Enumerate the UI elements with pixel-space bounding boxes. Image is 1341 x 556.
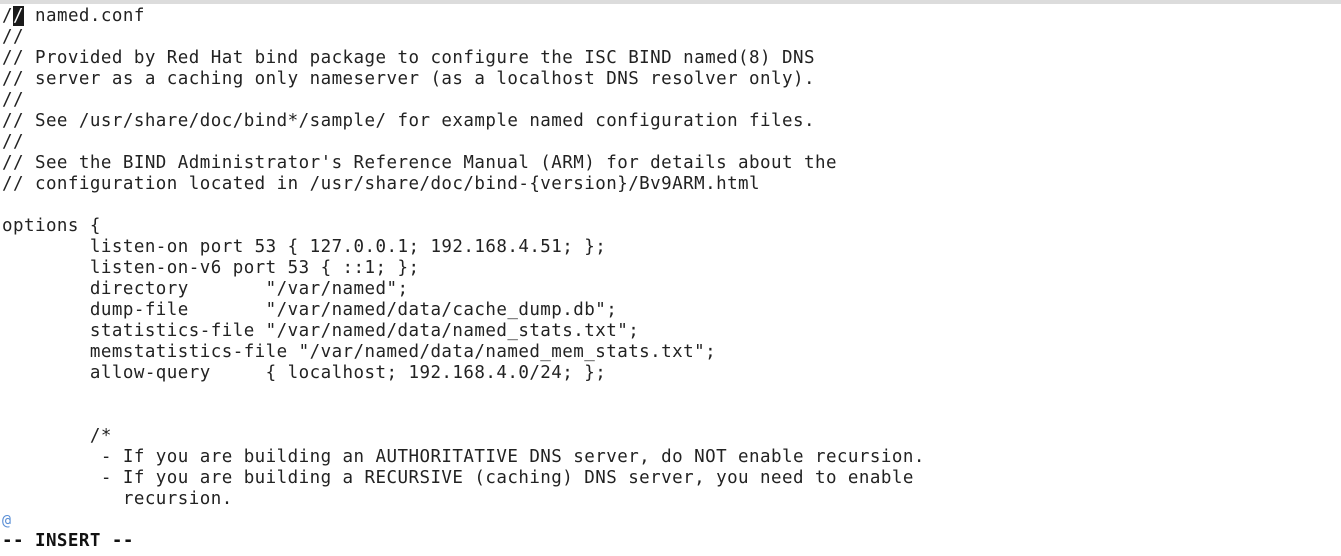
line-4[interactable]: // server as a caching only nameserver (… [2,69,1337,90]
line-1-start: / [2,6,13,26]
line-2[interactable]: // [2,27,1337,48]
line-8[interactable]: // See the BIND Administrator's Referenc… [2,153,1337,174]
line-20[interactable] [2,405,1337,426]
line-21[interactable]: /* [2,426,1337,447]
line-3[interactable]: // Provided by Red Hat bind package to c… [2,48,1337,69]
line-16[interactable]: statistics-file "/var/named/data/named_s… [2,321,1337,342]
line-15[interactable]: dump-file "/var/named/data/cache_dump.db… [2,300,1337,321]
line-18[interactable]: allow-query { localhost; 192.168.4.0/24;… [2,363,1337,384]
continuation-marker: @ [2,511,12,529]
line-22[interactable]: - If you are building an AUTHORITATIVE D… [2,447,1337,468]
mode-status: -- INSERT -- [2,531,134,551]
line-19[interactable] [2,384,1337,405]
line-23[interactable]: - If you are building a RECURSIVE (cachi… [2,468,1337,489]
line-10[interactable] [2,195,1337,216]
line-13[interactable]: listen-on-v6 port 53 { ::1; }; [2,258,1337,279]
vim-editor[interactable]: // named.conf // // Provided by Red Hat … [2,6,1337,552]
line-17[interactable]: memstatistics-file "/var/named/data/name… [2,342,1337,363]
line-12[interactable]: listen-on port 53 { 127.0.0.1; 192.168.4… [2,237,1337,258]
line-7[interactable]: // [2,132,1337,153]
line-1-text: named.conf [24,6,145,26]
window-top-border [0,0,1341,4]
line-14[interactable]: directory "/var/named"; [2,279,1337,300]
line-6[interactable]: // See /usr/share/doc/bind*/sample/ for … [2,111,1337,132]
line-1[interactable]: // named.conf [2,6,1337,27]
line-9[interactable]: // configuration located in /usr/share/d… [2,174,1337,195]
line-11[interactable]: options { [2,216,1337,237]
text-cursor[interactable]: / [13,6,24,26]
line-5[interactable]: // [2,90,1337,111]
line-24[interactable]: recursion. [2,489,1337,510]
